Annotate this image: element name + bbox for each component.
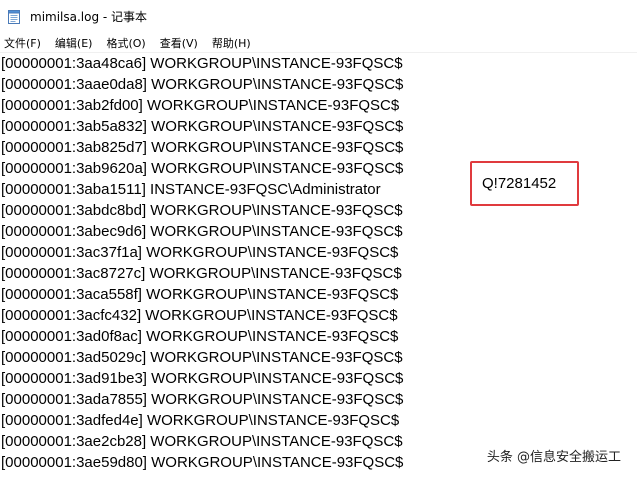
menu-file[interactable]: 文件(F) [1, 35, 44, 51]
menu-format[interactable]: 格式(O) [103, 35, 148, 51]
log-line: [00000001:3aae0da8] WORKGROUP\INSTANCE-9… [1, 76, 404, 93]
log-line: [00000001:3acfc432] WORKGROUP\INSTANCE-9… [1, 307, 398, 324]
menu-bar: 文件(F) 编辑(E) 格式(O) 查看(V) 帮助(H) [0, 33, 637, 53]
log-line: [00000001:3aca558f] WORKGROUP\INSTANCE-9… [1, 286, 399, 303]
notepad-icon [8, 9, 20, 24]
log-line: [00000001:3aa48ca6] WORKGROUP\INSTANCE-9… [1, 55, 403, 72]
log-line: [00000001:3aba1511] INSTANCE-93FQSC\Admi… [1, 181, 381, 198]
menu-help[interactable]: 帮助(H) [209, 35, 254, 51]
log-line: [00000001:3ad91be3] WORKGROUP\INSTANCE-9… [1, 370, 404, 387]
log-line: [00000001:3ab9620a] WORKGROUP\INSTANCE-9… [1, 160, 404, 177]
log-line: [00000001:3ab2fd00] WORKGROUP\INSTANCE-9… [1, 97, 400, 114]
log-line: [00000001:3ae2cb28] WORKGROUP\INSTANCE-9… [1, 433, 403, 450]
log-line: [00000001:3ad5029c] WORKGROUP\INSTANCE-9… [1, 349, 403, 366]
log-line: [00000001:3ac8727c] WORKGROUP\INSTANCE-9… [1, 265, 402, 282]
notepad-window: mimilsa.log - 记事本 文件(F) 编辑(E) 格式(O) 查看(V… [0, 0, 637, 479]
menu-edit[interactable]: 编辑(E) [52, 35, 96, 51]
log-line: [00000001:3ac37f1a] WORKGROUP\INSTANCE-9… [1, 244, 399, 261]
menu-view[interactable]: 查看(V) [157, 35, 201, 51]
password-text: Q!7281452 [482, 175, 557, 192]
log-line: [00000001:3adfed4e] WORKGROUP\INSTANCE-9… [1, 412, 400, 429]
log-line: [00000001:3ab825d7] WORKGROUP\INSTANCE-9… [1, 139, 404, 156]
log-line: [00000001:3ada7855] WORKGROUP\INSTANCE-9… [1, 391, 404, 408]
log-line: [00000001:3ad0f8ac] WORKGROUP\INSTANCE-9… [1, 328, 399, 345]
password-highlight-box: Q!7281452 [470, 161, 579, 206]
log-line: [00000001:3abdc8bd] WORKGROUP\INSTANCE-9… [1, 202, 403, 219]
log-line: [00000001:3ae59d80] WORKGROUP\INSTANCE-9… [1, 454, 404, 471]
watermark: 头条 @信息安全搬运工 [483, 445, 624, 466]
log-line: [00000001:3abec9d6] WORKGROUP\INSTANCE-9… [1, 223, 403, 240]
text-editor-area[interactable]: [00000001:3aa48ca6] WORKGROUP\INSTANCE-9… [0, 53, 637, 479]
window-title: mimilsa.log - 记事本 [30, 10, 148, 24]
title-bar[interactable]: mimilsa.log - 记事本 [0, 0, 637, 33]
log-line: [00000001:3ab5a832] WORKGROUP\INSTANCE-9… [1, 118, 404, 135]
